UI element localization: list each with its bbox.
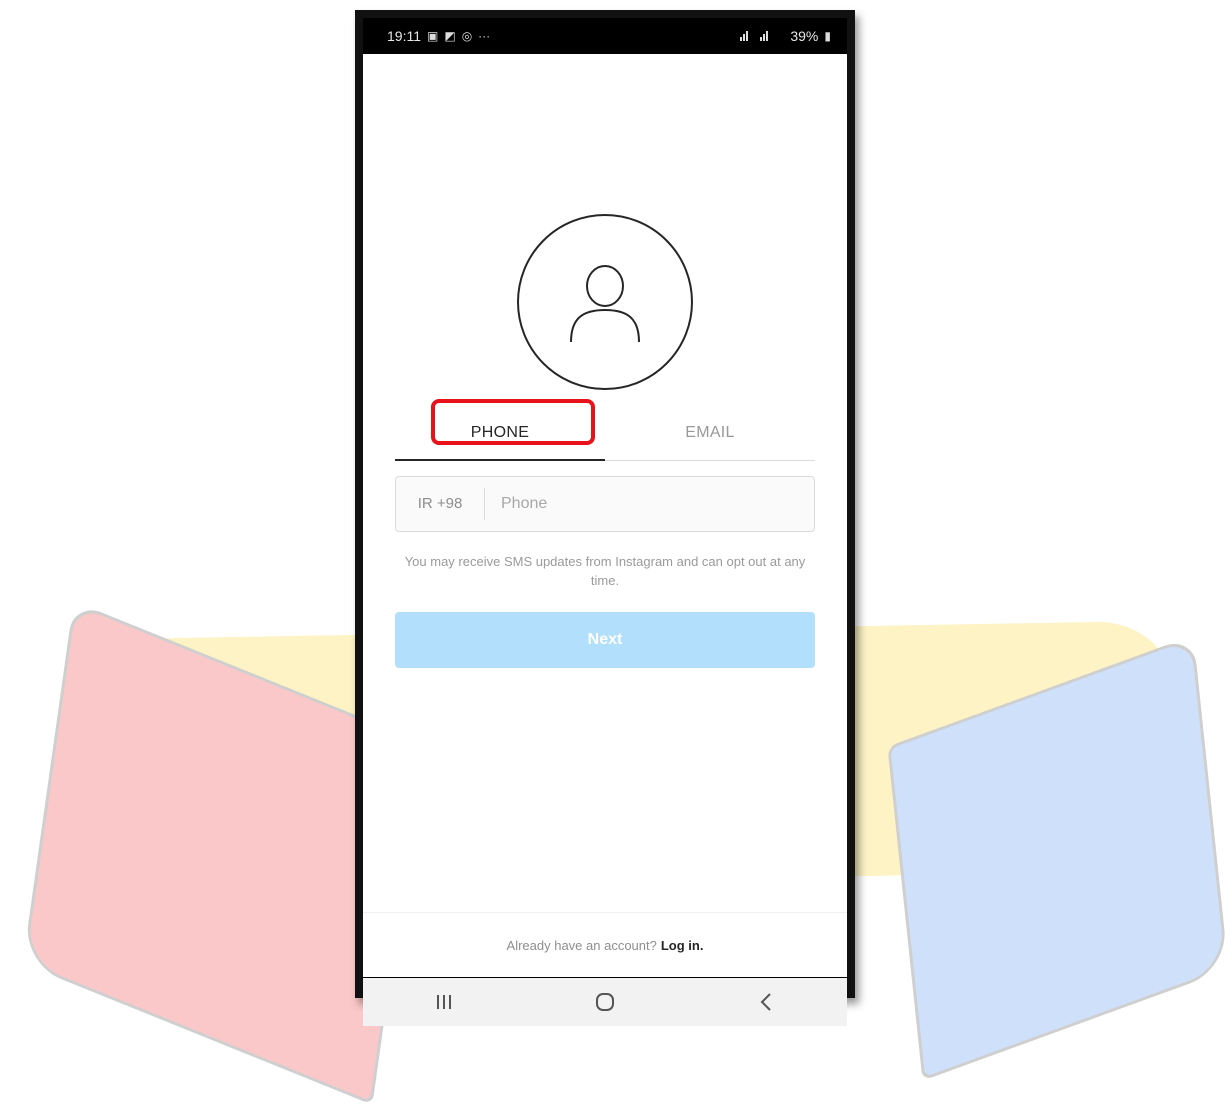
profile-avatar <box>517 214 693 390</box>
battery-icon: ▮ <box>824 29 831 43</box>
highlight-annotation <box>431 399 595 445</box>
instagram-icon: ◎ <box>461 29 473 43</box>
login-link[interactable]: Log in. <box>661 938 704 953</box>
signup-screen: PHONE EMAIL IR +98 You may receive SMS u… <box>363 54 847 1026</box>
user-icon <box>570 265 640 343</box>
status-time: 19:11 <box>387 28 421 44</box>
android-nav-bar <box>363 978 847 1026</box>
gallery-icon: ▣ <box>427 29 439 43</box>
recents-button[interactable] <box>414 982 474 1022</box>
phone-input[interactable] <box>485 495 814 513</box>
battery-text: 39% <box>790 28 819 44</box>
home-icon <box>595 993 614 1011</box>
recents-icon <box>436 995 451 1009</box>
next-button[interactable]: Next <box>395 612 815 668</box>
country-code-selector[interactable]: IR +98 <box>396 488 485 520</box>
login-prompt: Already have an account? <box>506 937 657 953</box>
sms-info-text: You may receive SMS updates from Instagr… <box>404 554 806 588</box>
tab-email[interactable]: EMAIL <box>605 406 815 460</box>
phone-frame: 19:11 ▣ ◩ ◎ ··· 39% ▮ PHONE EMAIL IR +98… <box>355 10 855 1026</box>
signal-icon <box>740 29 784 44</box>
photo-icon: ◩ <box>444 29 456 43</box>
phone-field: IR +98 <box>395 476 815 532</box>
more-dots-icon: ··· <box>478 29 491 43</box>
tab-email-label: EMAIL <box>685 424 735 441</box>
status-bar: 19:11 ▣ ◩ ◎ ··· 39% ▮ <box>363 18 847 54</box>
back-icon <box>760 993 772 1011</box>
back-button[interactable] <box>736 982 796 1022</box>
home-button[interactable] <box>575 982 635 1022</box>
login-footer: Already have an account? Log in. <box>363 912 847 977</box>
